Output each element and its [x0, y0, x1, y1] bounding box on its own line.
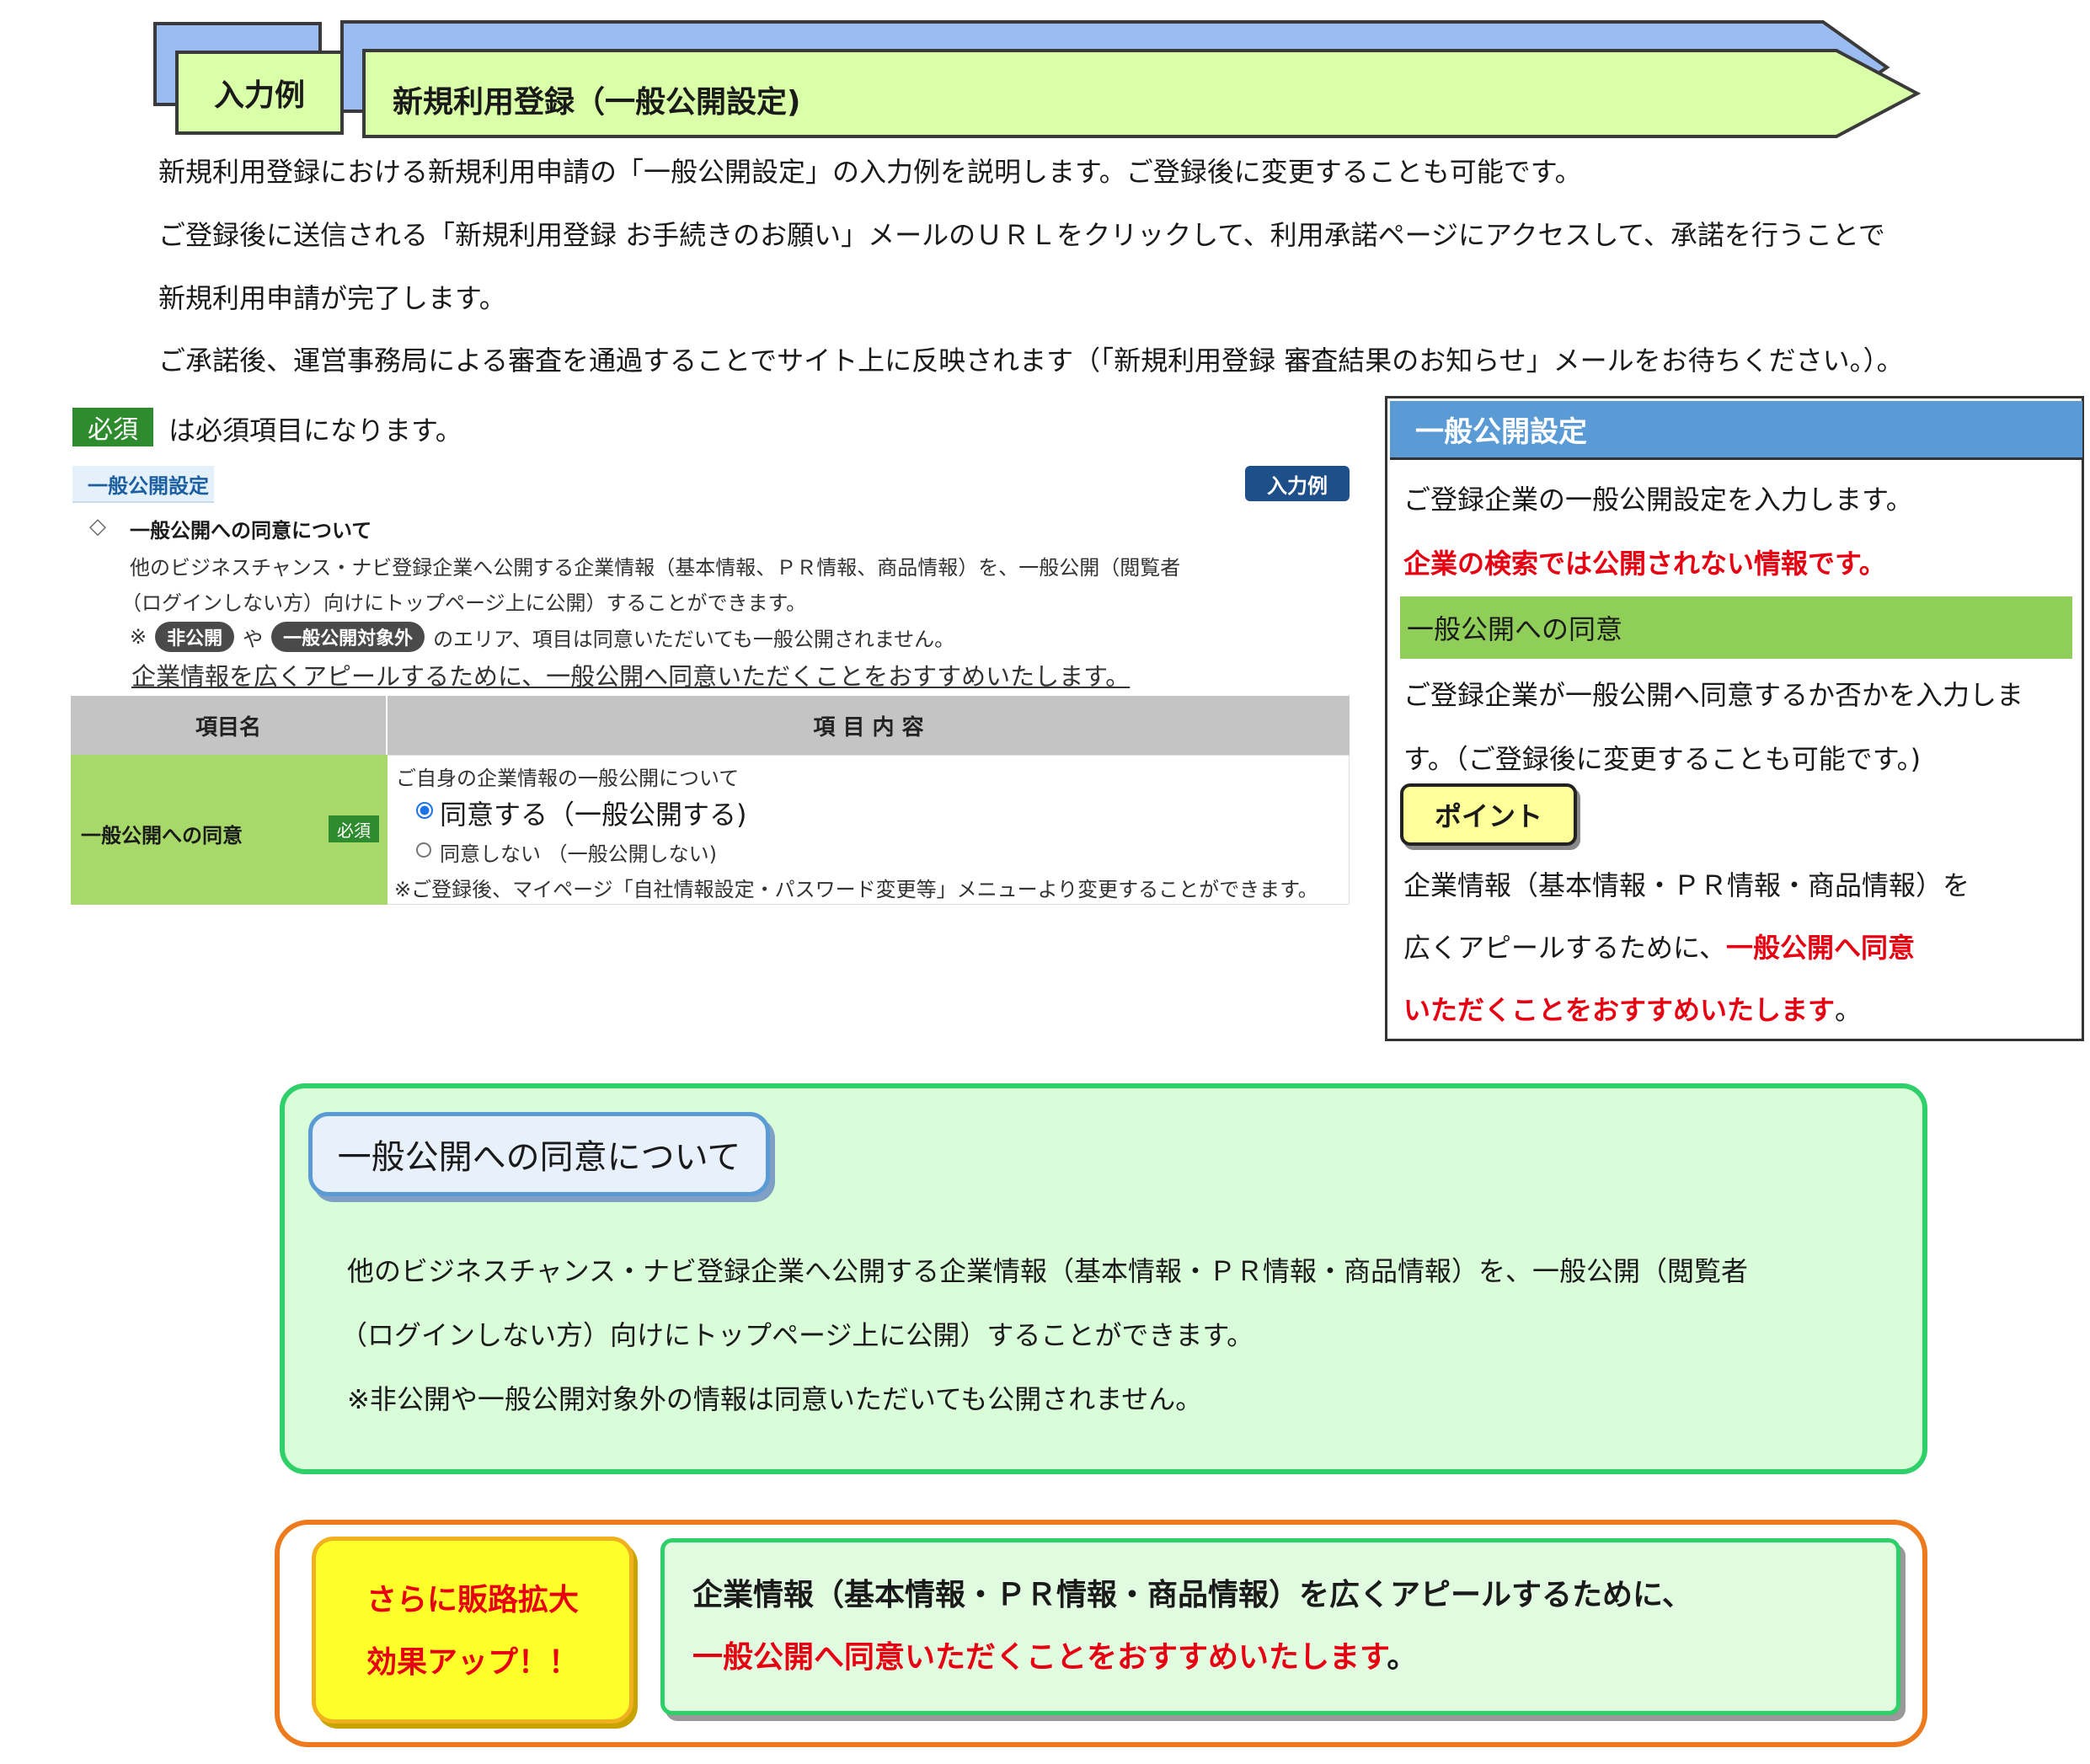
note-suffix: のエリア、項目は同意いただいても一般公開されません。: [433, 627, 955, 651]
side-line-7-red: いただくことをおすすめいたします: [1403, 994, 1836, 1026]
promo-yellow-line-2: 効果アップ！！: [366, 1645, 579, 1680]
table-header-content: 項 目 内 容: [388, 696, 1350, 755]
info-line-2: （ログインしない方）向けにトップページ上に公開）することができます。: [340, 1319, 1254, 1351]
side-line-6-plain: 広くアピールするために、: [1403, 932, 1727, 964]
side-line-6: 広くアピールするために、一般公開へ同意: [1403, 927, 1915, 965]
promo-mint-line-2-end: 。: [1387, 1640, 1418, 1675]
consent-desc-2: （ログインしない方）向けにトップページ上に公開）することができます。: [121, 591, 807, 615]
side-line-5: 企業情報（基本情報・ＰＲ情報・商品情報）を: [1403, 869, 1970, 901]
required-badge: 必須: [72, 408, 153, 446]
consent-note: ※ 非公開 や 一般公開対象外 のエリア、項目は同意いただいても一般公開されませ…: [130, 622, 954, 652]
section-tab[interactable]: 一般公開設定: [72, 466, 214, 503]
side-line-1: ご登録企業の一般公開設定を入力します。: [1403, 484, 1913, 516]
header-tag-label: 入力例: [213, 78, 305, 113]
side-line-7: いただくことをおすすめいたします。: [1403, 989, 1862, 1028]
header-tag: 入力例: [175, 51, 344, 135]
consent-heading: 一般公開への同意について: [130, 519, 372, 543]
page-title: 新規利用登録（一般公開設定): [393, 85, 801, 120]
diamond-icon: ◇: [89, 514, 106, 539]
table-row-label: 一般公開への同意: [81, 824, 243, 847]
side-line-7-end: 。: [1835, 994, 1863, 1026]
radio-disagree[interactable]: [416, 842, 431, 858]
private-pill: 非公開: [155, 622, 235, 652]
table-footnote: ※ご登録後、マイページ「自社情報設定・パスワード変更等」メニューより変更すること…: [394, 878, 1318, 901]
intro-line-1: 新規利用登録における新規利用申請の「一般公開設定」の入力例を説明します。ご登録後…: [158, 156, 1582, 188]
info-line-1: 他のビジネスチャンス・ナビ登録企業へ公開する企業情報（基本情報・ＰＲ情報・商品情…: [347, 1255, 1749, 1287]
option-agree-label[interactable]: 同意する（一般公開する): [440, 794, 747, 832]
promo-mint-line-2-red: 一般公開へ同意いただくことをおすすめいたします: [692, 1640, 1387, 1675]
excluded-pill: 一般公開対象外: [271, 622, 425, 652]
promo-mint-line-1: 企業情報（基本情報・ＰＲ情報・商品情報）を広くアピールするために、: [692, 1578, 1692, 1612]
promo-mint-box: [660, 1538, 1900, 1715]
side-consent-bar: 一般公開への同意: [1400, 596, 2072, 659]
required-note-text: は必須項目になります。: [168, 414, 462, 446]
intro-line-3: 新規利用申請が完了します。: [158, 282, 506, 314]
consent-desc-1: 他のビジネスチャンス・ナビ登録企業へ公開する企業情報（基本情報、ＰＲ情報、商品情…: [130, 556, 1181, 580]
note-prefix: ※: [130, 625, 147, 649]
table-row-caption: ご自身の企業情報の一般公開について: [396, 767, 740, 790]
recommend-underline-text: 企業情報を広くアピールするために、一般公開へ同意いただくことをおすすめいたします…: [131, 662, 1131, 691]
promo-yellow-box: [312, 1537, 633, 1724]
table-row-required-badge: 必須: [329, 815, 379, 842]
side-line-4: す。（ご登録後に変更することも可能です。): [1403, 743, 1922, 775]
table-header-name: 項目名: [71, 696, 388, 755]
radio-agree[interactable]: [416, 802, 433, 819]
consent-info-tag: 一般公開への同意について: [308, 1112, 770, 1196]
side-line-3: ご登録企業が一般公開へ同意するか否かを入力しま: [1403, 679, 2024, 711]
note-mid: や: [243, 627, 264, 651]
promo-mint-line-2: 一般公開へ同意いただくことをおすすめいたします。: [692, 1633, 1417, 1676]
promo-yellow-line-1: さらに販路拡大: [366, 1583, 579, 1617]
intro-line-4: ご承諾後、運営事務局による審査を通過することでサイト上に反映されます（「新規利用…: [158, 345, 1904, 377]
option-disagree-label[interactable]: 同意しない （一般公開しない): [440, 837, 717, 867]
intro-line-2: ご登録後に送信される「新規利用登録 お手続きのお願い」メールのＵＲＬをクリックし…: [158, 219, 1885, 251]
side-panel-title: 一般公開設定: [1390, 401, 2082, 460]
side-line-2: 企業の検索では公開されない情報です。: [1403, 548, 1886, 580]
side-line-6-red: 一般公開へ同意: [1726, 932, 1916, 964]
info-line-3: ※非公開や一般公開対象外の情報は同意いただいても公開されません。: [347, 1383, 1203, 1415]
example-button[interactable]: 入力例: [1245, 466, 1350, 501]
point-badge: ポイント: [1400, 783, 1577, 846]
